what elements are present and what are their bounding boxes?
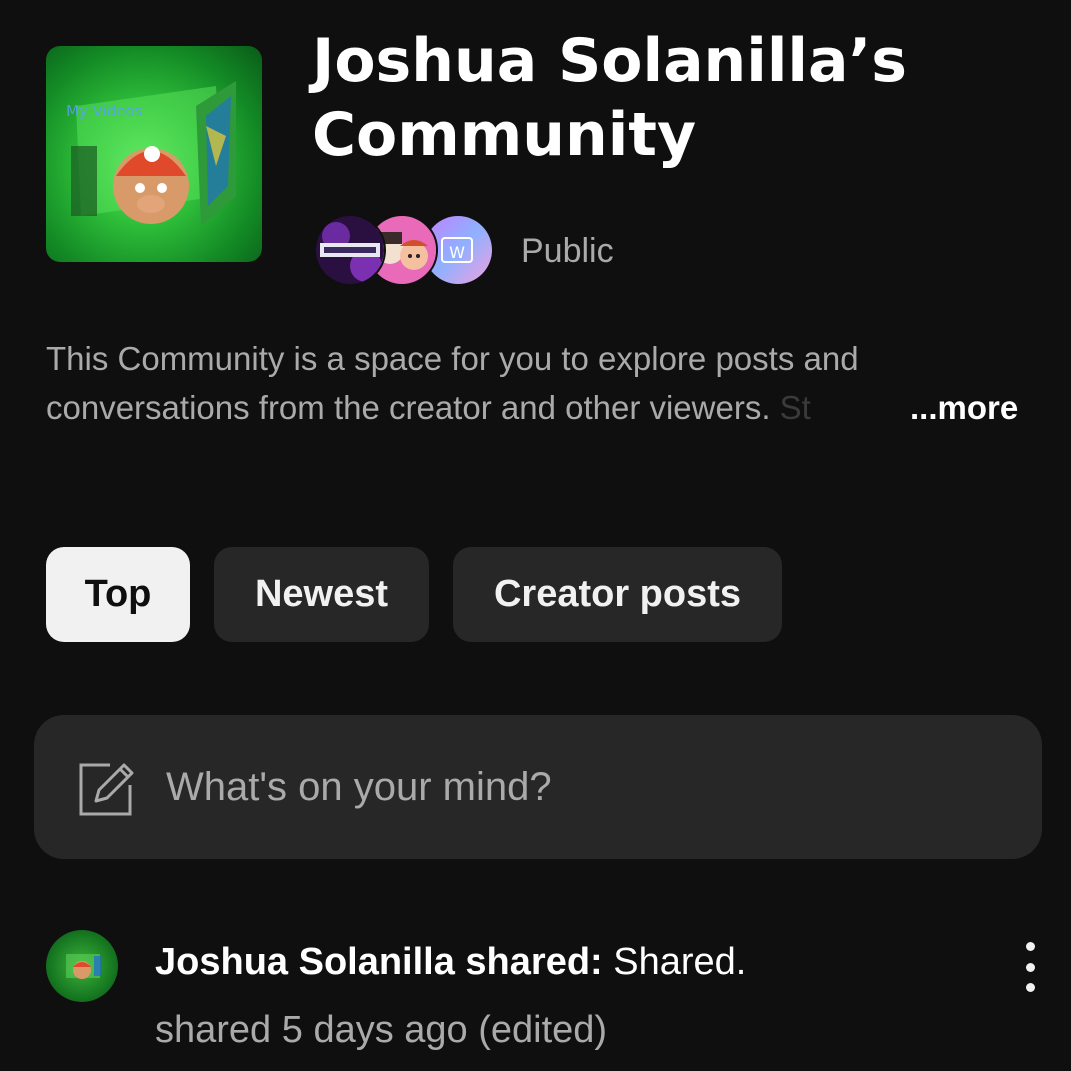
community-title: Joshua Solanilla’s Community bbox=[312, 26, 907, 170]
visibility-label: Public bbox=[521, 232, 614, 270]
description-fade-text: St bbox=[779, 389, 811, 426]
svg-text:W: W bbox=[449, 243, 465, 262]
post-headline: Joshua Solanilla shared: Shared. bbox=[155, 938, 746, 986]
post-composer[interactable]: What's on your mind? bbox=[34, 715, 1042, 859]
post-author[interactable]: Joshua Solanilla shared: bbox=[155, 941, 603, 983]
member-avatars[interactable]: W bbox=[314, 214, 494, 286]
community-thumbnail[interactable]: My Videos bbox=[46, 46, 262, 262]
description-line: conversations from the creator and other… bbox=[46, 389, 780, 426]
member-avatar bbox=[314, 214, 386, 286]
community-description[interactable]: This Community is a space for you to exp… bbox=[46, 334, 946, 432]
chip-newest[interactable]: Newest bbox=[214, 547, 429, 642]
post-text: Shared. bbox=[602, 941, 747, 983]
more-button[interactable]: ...more bbox=[910, 383, 1018, 432]
description-line: This Community is a space for you to exp… bbox=[46, 340, 859, 377]
edit-icon bbox=[79, 763, 134, 816]
svg-text:My Videos: My Videos bbox=[66, 102, 143, 120]
chip-top[interactable]: Top bbox=[46, 547, 190, 642]
post-timestamp: shared 5 days ago (edited) bbox=[155, 1009, 608, 1051]
more-vert-icon[interactable] bbox=[1016, 942, 1044, 992]
composer-placeholder: What's on your mind? bbox=[166, 765, 552, 809]
community-page: My Videos Joshua Solanilla’s Community W… bbox=[0, 0, 1071, 1071]
chip-creator-posts[interactable]: Creator posts bbox=[453, 547, 782, 642]
community-thumbnail-image: My Videos bbox=[66, 81, 236, 226]
post-author-avatar[interactable] bbox=[46, 930, 118, 1002]
